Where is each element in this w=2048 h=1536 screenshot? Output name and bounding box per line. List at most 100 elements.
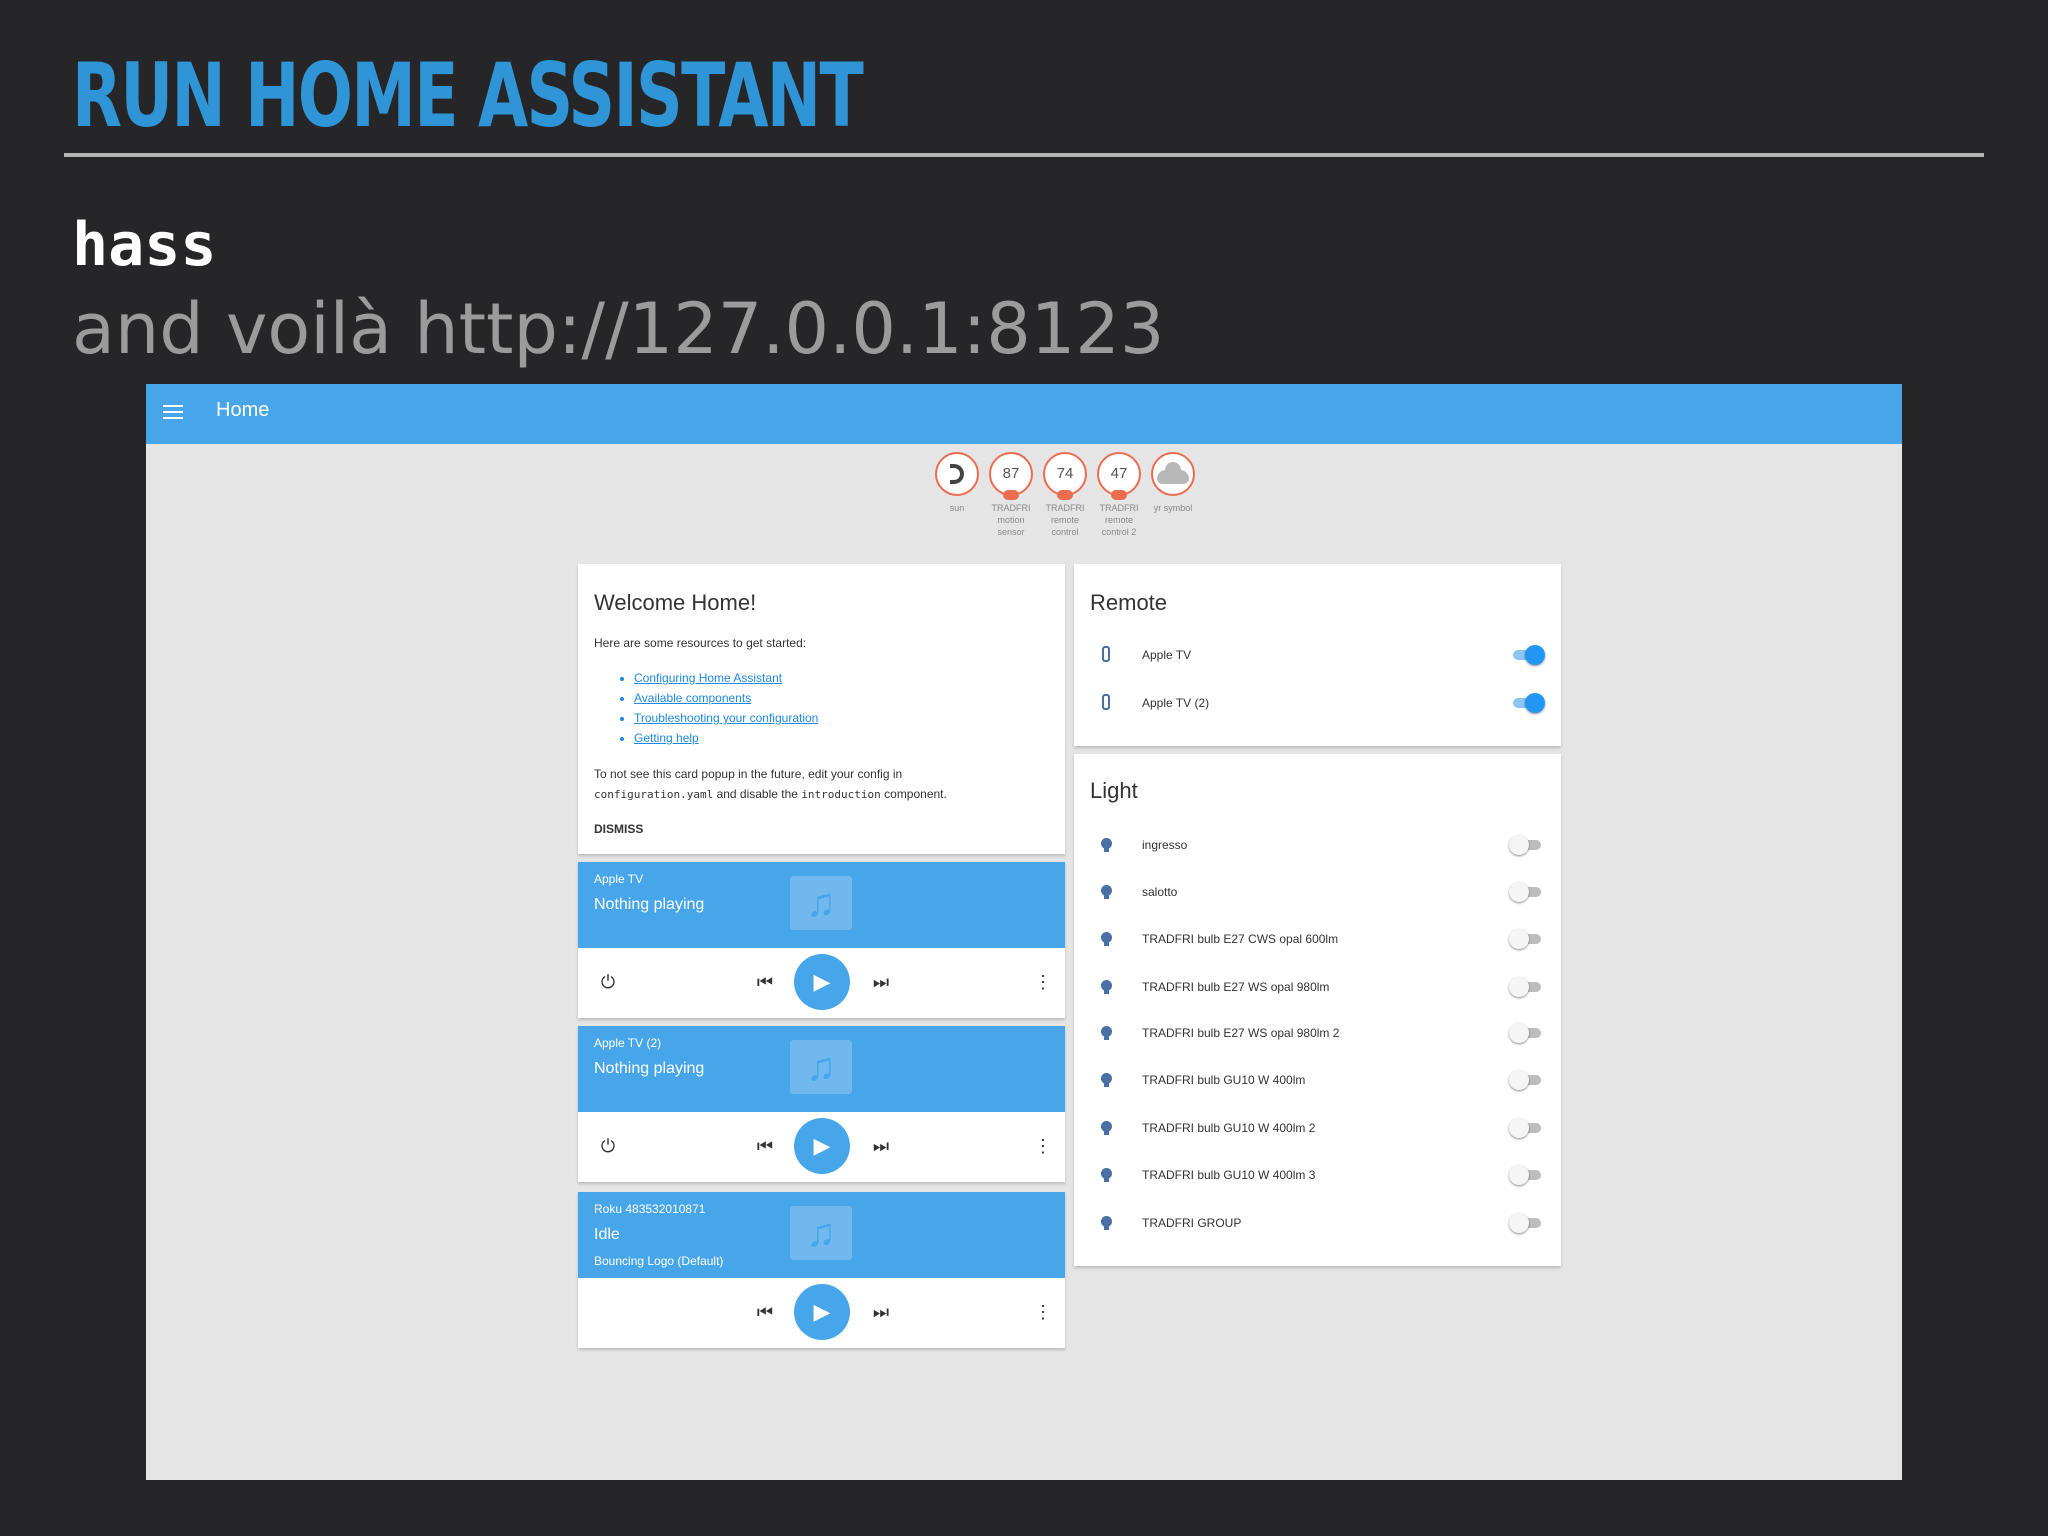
next-track-icon[interactable]: ⏭: [871, 1136, 891, 1156]
previous-track-icon[interactable]: ⏮: [755, 1302, 775, 1322]
lightbulb-icon: [1098, 978, 1114, 998]
badge-sun[interactable]: sun: [932, 452, 982, 514]
toggle-switch[interactable]: [1509, 1213, 1545, 1233]
play-button[interactable]: ▶: [794, 954, 850, 1010]
badge-motion-sensor[interactable]: 87 TRADFRI motion sensor: [986, 452, 1036, 538]
entity-label: TRADFRI GROUP: [1142, 1216, 1242, 1230]
remote-icon: [1098, 694, 1114, 714]
toggle-switch[interactable]: [1509, 645, 1545, 665]
entity-label: TRADFRI bulb E27 WS opal 980lm: [1142, 980, 1330, 994]
light-row[interactable]: TRADFRI bulb GU10 W 400lm 2: [1090, 1111, 1545, 1145]
media-player-name: Roku 483532010871: [594, 1202, 706, 1216]
entity-label: TRADFRI bulb GU10 W 400lm: [1142, 1073, 1306, 1087]
note-component: introduction: [801, 788, 881, 801]
lightbulb-icon: [1098, 1214, 1114, 1234]
note-text: component.: [884, 787, 947, 801]
entity-label: Apple TV (2): [1142, 696, 1210, 710]
dismiss-button[interactable]: DISMISS: [594, 822, 643, 836]
toggle-switch[interactable]: [1509, 1023, 1545, 1043]
note-text: and disable the: [716, 787, 798, 801]
light-row[interactable]: TRADFRI GROUP: [1090, 1206, 1545, 1240]
light-row[interactable]: TRADFRI bulb E27 WS opal 980lm 2: [1090, 1016, 1545, 1050]
lightbulb-icon: [1098, 1071, 1114, 1091]
remote-row[interactable]: Apple TV (2): [1090, 686, 1545, 720]
next-track-icon[interactable]: ⏭: [871, 1302, 891, 1322]
media-info[interactable]: Apple TV (2) Nothing playing ♫: [578, 1026, 1065, 1112]
link-troubleshooting[interactable]: Troubleshooting your configuration: [634, 708, 818, 728]
power-icon[interactable]: ⏻: [598, 972, 618, 992]
entity-label: TRADFRI bulb GU10 W 400lm 2: [1142, 1121, 1316, 1135]
percent-icon: [1057, 490, 1073, 500]
badge-value: 47: [1110, 465, 1128, 482]
badge-remote-control[interactable]: 74 TRADFRI remote control: [1040, 452, 1090, 538]
slide-subtitle: and voilà http://127.0.0.1:8123: [72, 288, 1165, 370]
toggle-switch[interactable]: [1509, 1118, 1545, 1138]
toggle-switch[interactable]: [1509, 1070, 1545, 1090]
toggle-switch[interactable]: [1509, 929, 1545, 949]
remote-title: Remote: [1090, 590, 1168, 615]
entity-label: salotto: [1142, 885, 1178, 899]
play-button[interactable]: ▶: [794, 1118, 850, 1174]
media-player-name: Apple TV: [594, 872, 644, 886]
more-options-icon[interactable]: ⋮: [1033, 972, 1053, 992]
remote-row[interactable]: Apple TV: [1090, 638, 1545, 672]
toggle-switch[interactable]: [1509, 882, 1545, 902]
badge-yr-symbol[interactable]: yr symbol: [1148, 452, 1198, 514]
welcome-note: To not see this card popup in the future…: [594, 764, 1064, 805]
music-note-icon: ♫: [790, 1206, 852, 1260]
next-track-icon[interactable]: ⏭: [871, 972, 891, 992]
light-row[interactable]: TRADFRI bulb GU10 W 400lm: [1090, 1063, 1545, 1097]
welcome-card: Welcome Home! Here are some resources to…: [578, 564, 1065, 854]
menu-icon[interactable]: [163, 405, 183, 421]
previous-track-icon[interactable]: ⏮: [755, 972, 775, 992]
link-configuring[interactable]: Configuring Home Assistant: [634, 668, 818, 688]
toolbar-title: Home: [216, 399, 270, 421]
more-options-icon[interactable]: ⋮: [1033, 1302, 1053, 1322]
toggle-switch[interactable]: [1509, 1165, 1545, 1185]
more-options-icon[interactable]: ⋮: [1033, 1136, 1053, 1156]
app-toolbar: Home: [146, 384, 1902, 444]
media-info[interactable]: Roku 483532010871 Idle Bouncing Logo (De…: [578, 1192, 1065, 1278]
media-info[interactable]: Apple TV Nothing playing ♫: [578, 862, 1065, 948]
light-title: Light: [1090, 778, 1138, 803]
badge-row: sun 87 TRADFRI motion sensor 74 TRADFRI …: [932, 452, 1202, 562]
slide-title: RUN HOME ASSISTANT: [72, 44, 864, 147]
media-player-name: Apple TV (2): [594, 1036, 662, 1050]
entity-label: Apple TV: [1142, 648, 1192, 662]
power-icon[interactable]: ⏻: [598, 1136, 618, 1156]
badge-label: TRADFRI motion sensor: [991, 503, 1031, 537]
title-divider: [64, 153, 1984, 157]
media-state: Idle: [594, 1226, 620, 1243]
badge-value: 74: [1056, 465, 1074, 482]
toggle-switch[interactable]: [1509, 693, 1545, 713]
media-state: Nothing playing: [594, 1060, 705, 1077]
lightbulb-icon: [1098, 1024, 1114, 1044]
light-card: Light ingresso salotto TRADFRI bulb E27 …: [1074, 754, 1561, 1266]
media-state: Nothing playing: [594, 896, 705, 913]
light-row[interactable]: TRADFRI bulb E27 WS opal 980lm: [1090, 970, 1545, 1004]
badge-label: TRADFRI remote control 2: [1099, 503, 1139, 537]
percent-icon: [1111, 490, 1127, 500]
toggle-switch[interactable]: [1509, 977, 1545, 997]
light-row[interactable]: salotto: [1090, 875, 1545, 909]
badge-remote-control-2[interactable]: 47 TRADFRI remote control 2: [1094, 452, 1144, 538]
entity-label: TRADFRI bulb GU10 W 400lm 3: [1142, 1168, 1316, 1182]
toggle-switch[interactable]: [1509, 835, 1545, 855]
badge-label: yr symbol: [1153, 503, 1193, 513]
light-row[interactable]: TRADFRI bulb GU10 W 400lm 3: [1090, 1158, 1545, 1192]
previous-track-icon[interactable]: ⏮: [755, 1136, 775, 1156]
note-file: configuration.yaml: [594, 788, 714, 801]
command-text: hass: [72, 210, 217, 280]
link-components[interactable]: Available components: [634, 688, 818, 708]
percent-icon: [1003, 490, 1019, 500]
light-row[interactable]: TRADFRI bulb E27 CWS opal 600lm: [1090, 922, 1545, 956]
link-getting-help[interactable]: Getting help: [634, 728, 818, 748]
moon-icon: [950, 464, 964, 484]
play-button[interactable]: ▶: [794, 1284, 850, 1340]
lightbulb-icon: [1098, 930, 1114, 950]
badge-label: TRADFRI remote control: [1045, 503, 1085, 537]
light-row[interactable]: ingresso: [1090, 828, 1545, 862]
lightbulb-icon: [1098, 836, 1114, 856]
media-title: Bouncing Logo (Default): [594, 1254, 724, 1268]
welcome-intro: Here are some resources to get started:: [594, 636, 807, 650]
